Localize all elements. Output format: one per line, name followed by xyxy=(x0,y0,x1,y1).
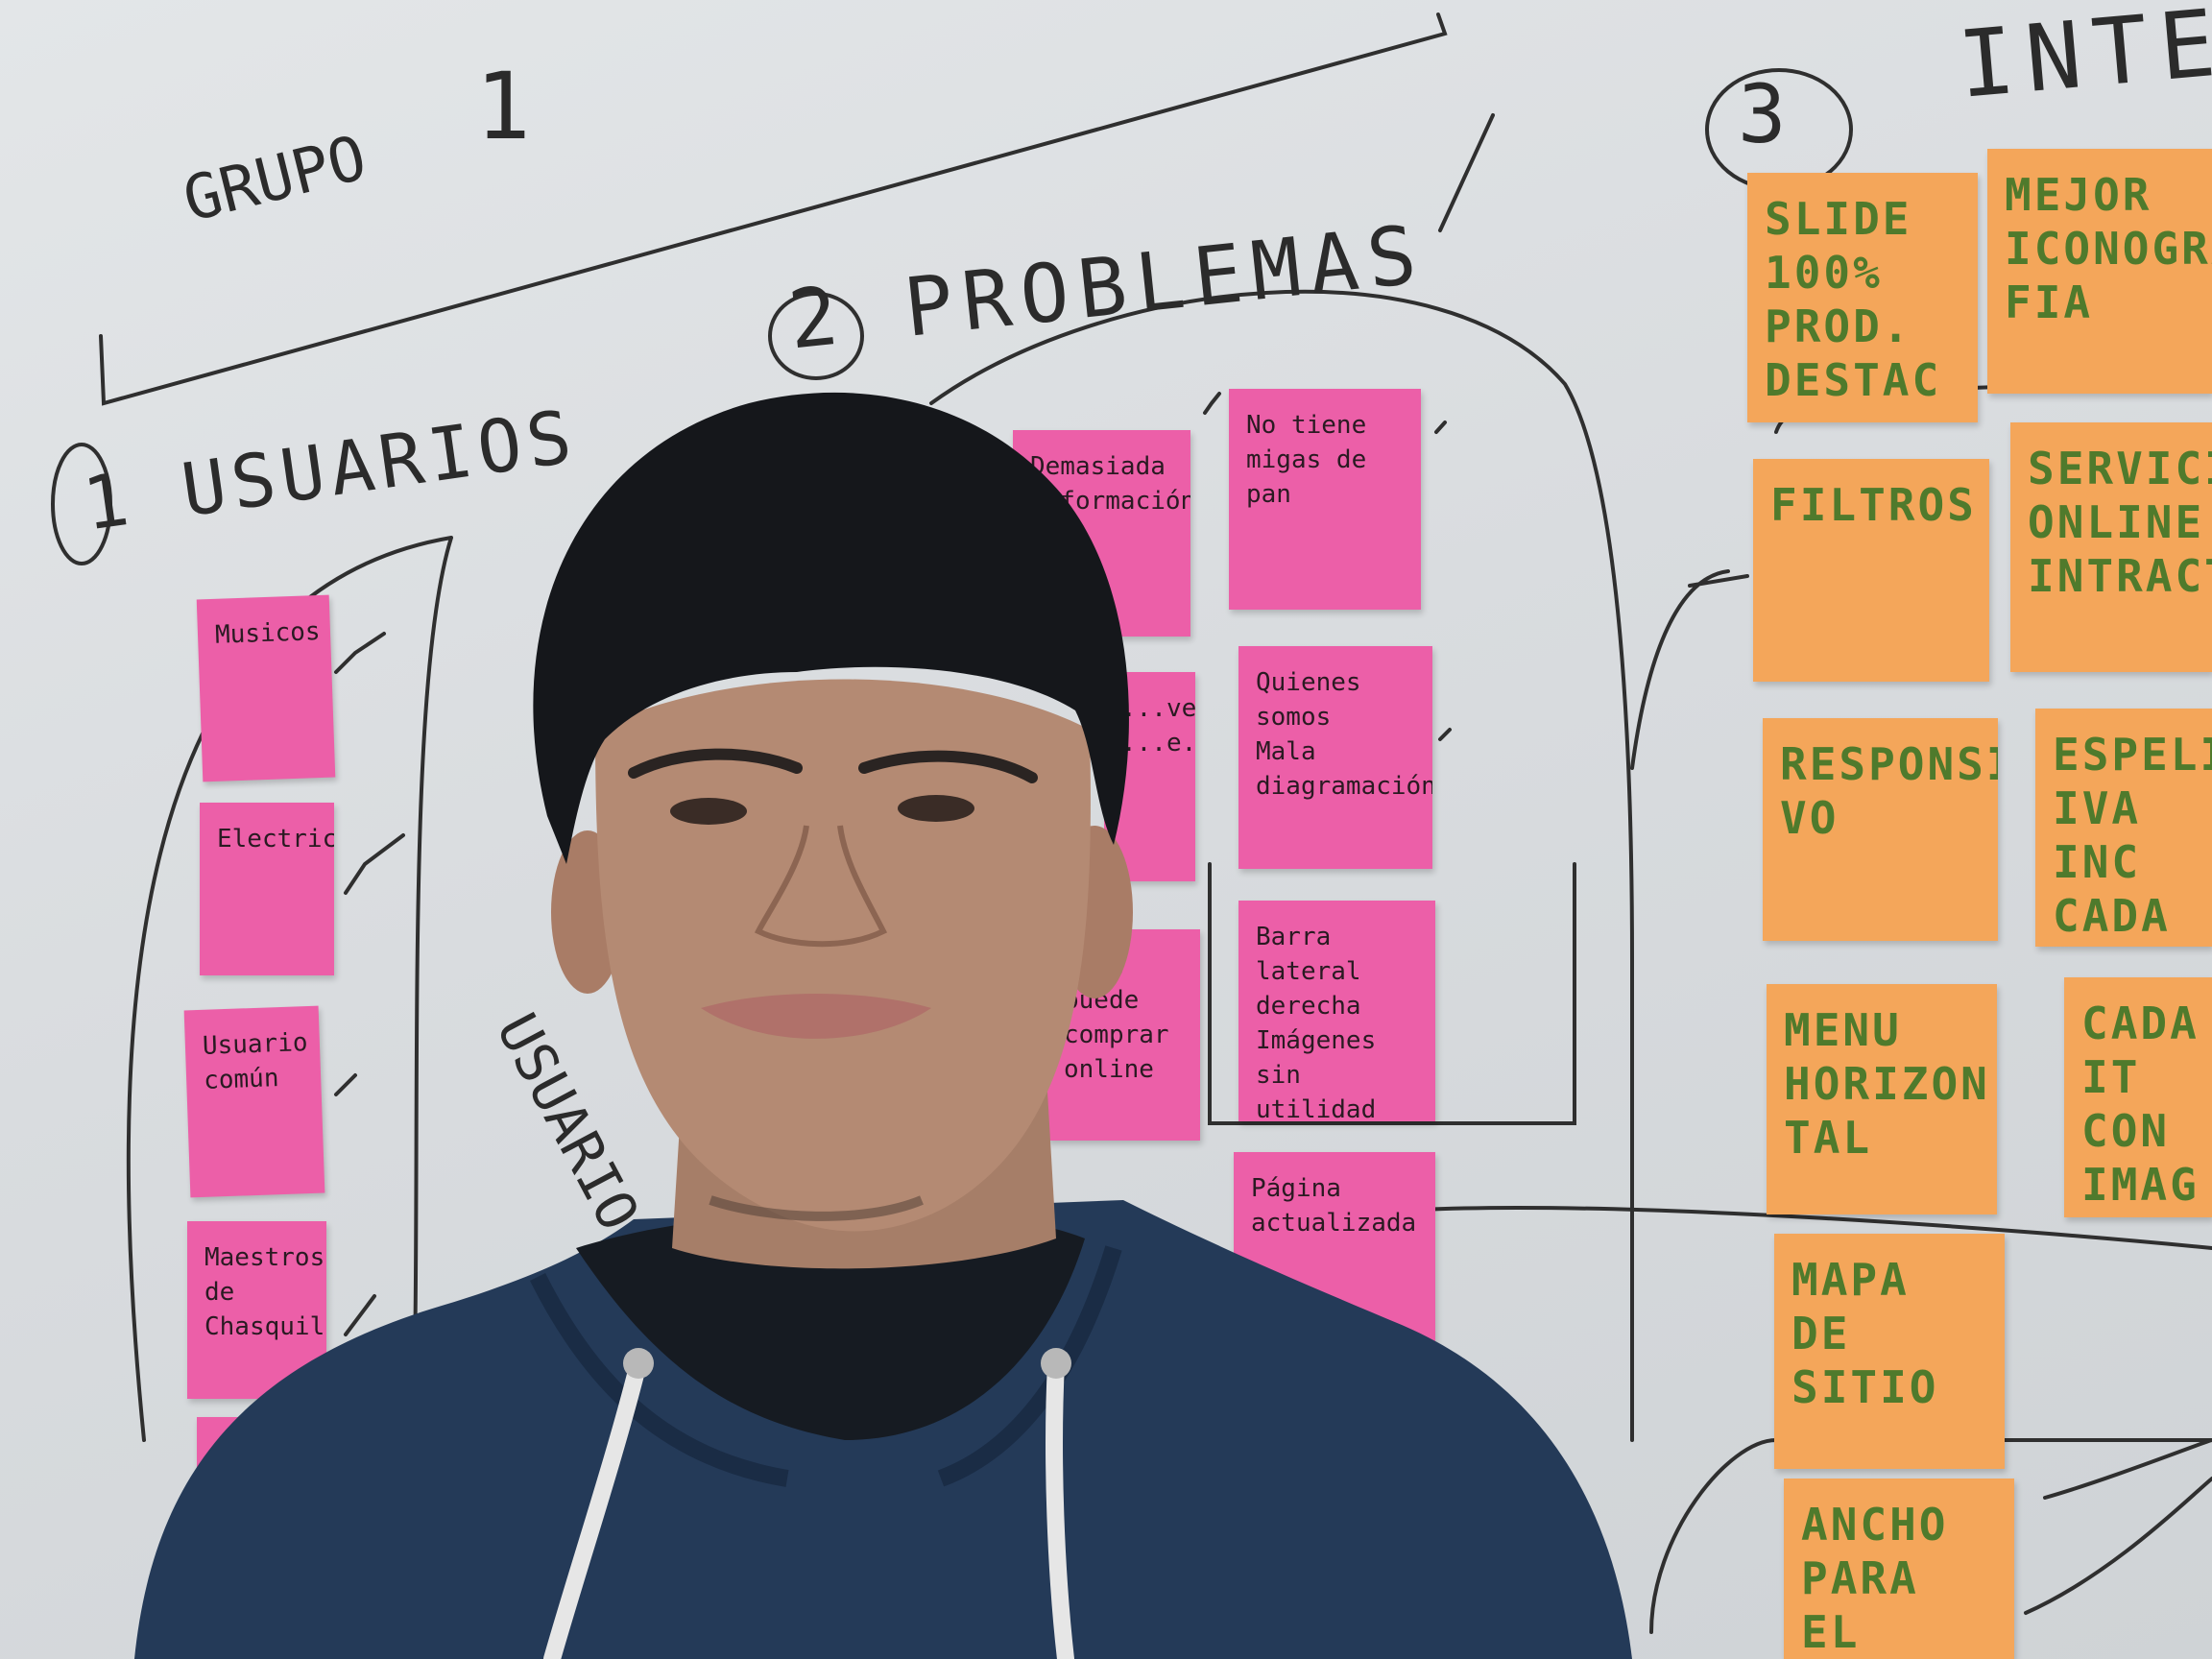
person-photo xyxy=(134,392,1632,1659)
